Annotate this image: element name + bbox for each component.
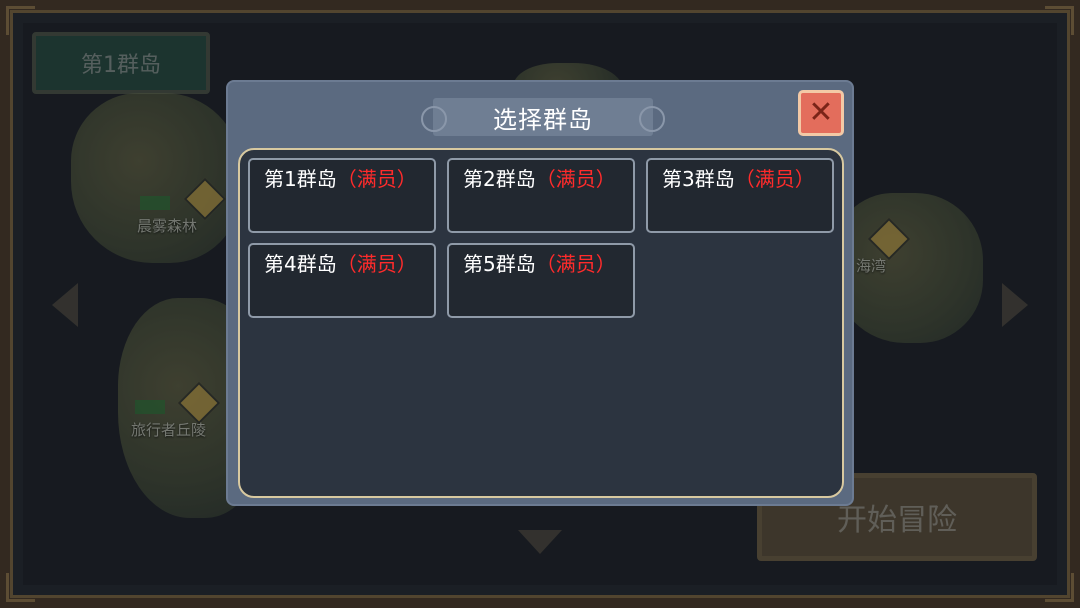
island-status: （满员） xyxy=(336,252,417,276)
island-option-4[interactable]: 第4群岛（满员） xyxy=(248,243,436,318)
island-option-5[interactable]: 第5群岛（满员） xyxy=(447,243,635,318)
island-option-3[interactable]: 第3群岛（满员） xyxy=(646,158,834,233)
island-option-label: 第1群岛（满员） xyxy=(264,163,417,192)
island-option-1[interactable]: 第1群岛（满员） xyxy=(248,158,436,233)
close-button[interactable]: ✕ xyxy=(798,90,844,136)
island-status: （满员） xyxy=(535,252,616,276)
island-option-label: 第4群岛（满员） xyxy=(264,248,417,277)
island-option-2[interactable]: 第2群岛（满员） xyxy=(447,158,635,233)
island-name: 第5群岛 xyxy=(463,252,536,276)
select-island-dialog: 选择群岛 ✕ 第1群岛（满员） 第2群岛（满员） 第3群岛（满员） 第4群岛（满… xyxy=(226,80,854,506)
island-name: 第1群岛 xyxy=(264,167,337,191)
dialog-title: 选择群岛 xyxy=(493,105,593,134)
close-icon: ✕ xyxy=(808,95,834,130)
dialog-title-banner: 选择群岛 xyxy=(421,98,665,136)
island-name: 第3群岛 xyxy=(662,167,735,191)
island-status: （满员） xyxy=(336,167,417,191)
island-option-label: 第2群岛（满员） xyxy=(463,163,616,192)
island-option-label: 第3群岛（满员） xyxy=(662,163,815,192)
island-list: 第1群岛（满员） 第2群岛（满员） 第3群岛（满员） 第4群岛（满员） 第5群岛… xyxy=(238,148,844,498)
island-status: （满员） xyxy=(734,167,815,191)
island-option-label: 第5群岛（满员） xyxy=(463,248,616,277)
island-name: 第4群岛 xyxy=(264,252,337,276)
island-status: （满员） xyxy=(535,167,616,191)
island-name: 第2群岛 xyxy=(463,167,536,191)
